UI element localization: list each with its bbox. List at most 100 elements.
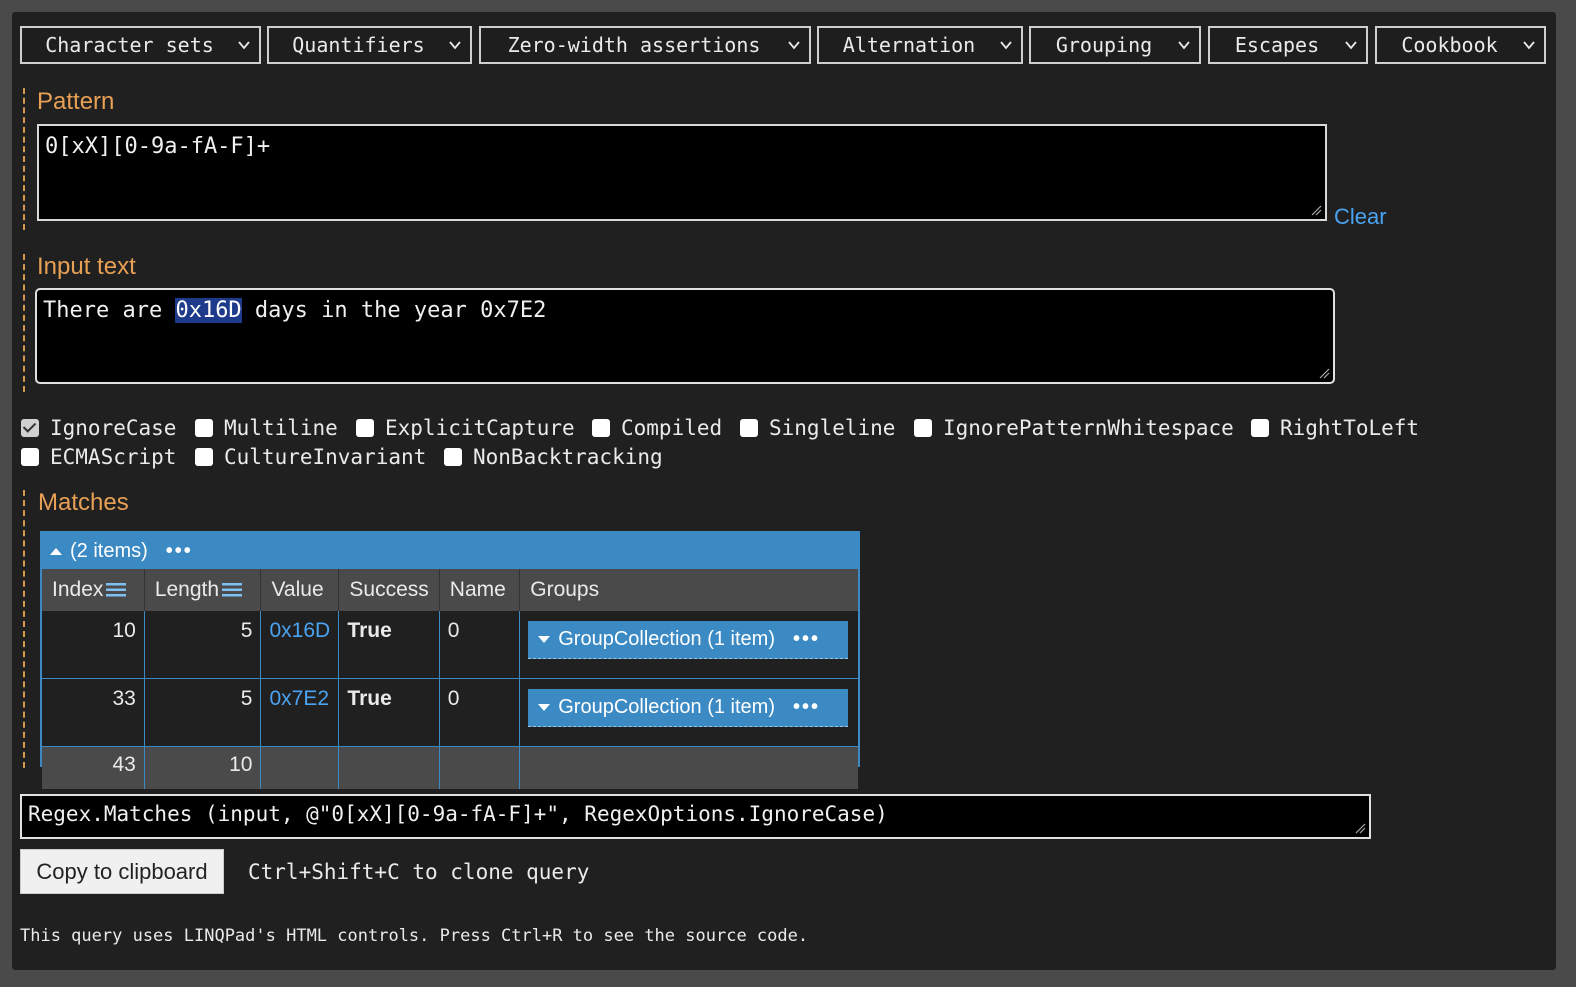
quantifiers-dropdown[interactable]: Quantifiers [267,26,472,64]
group-collection-label: GroupCollection (1 item) [558,696,775,718]
column-header-length[interactable]: Length [144,569,262,611]
option-explicitcapture[interactable]: ExplicitCapture [356,416,575,440]
option-label: RightToLeft [1280,416,1420,440]
generated-code: Regex.Matches (input, @"0[xX][0-9a-fA-F]… [28,802,888,826]
checkbox[interactable] [592,419,610,437]
cell-value: 0x16D [260,611,340,679]
checkbox-checked[interactable] [21,419,39,437]
option-compiled[interactable]: Compiled [592,416,722,440]
chevron-down-icon [1345,41,1357,50]
copy-to-clipboard-button[interactable]: Copy to clipboard [20,849,224,894]
option-cultureinvariant[interactable]: CultureInvariant [195,445,426,469]
zero-width-assertions-dropdown[interactable]: Zero-width assertions [479,26,811,64]
total-index: 43 [42,746,145,789]
more-options-icon[interactable]: ••• [166,540,193,563]
dropdown-label: Escapes [1234,33,1320,57]
table-header-row: Index Length Value Success Name Groups [42,569,858,611]
total-empty [519,746,858,789]
app-window: Character sets Quantifiers Zero-width as… [12,12,1556,970]
checkbox[interactable] [356,419,374,437]
pattern-heading: Pattern [37,88,115,115]
dropdown-label: Cookbook [1401,33,1498,57]
generated-code-field[interactable]: Regex.Matches (input, @"0[xX][0-9a-fA-F]… [20,794,1371,839]
option-ecmascript[interactable]: ECMAScript [21,445,176,469]
option-ignorepatternwhitespace[interactable]: IgnorePatternWhitespace [914,416,1234,440]
pattern-input[interactable]: 0[xX][0-9a-fA-F]+ [37,124,1327,221]
cell-length: 5 [144,678,262,747]
option-label: ExplicitCapture [385,416,575,440]
dropdown-label: Alternation [842,33,976,57]
column-header-value: Value [260,569,340,611]
option-label: ECMAScript [50,445,177,469]
table-row: 10 5 0x16D True 0 GroupCollection (1 ite… [42,611,858,679]
checkbox[interactable] [195,419,213,437]
dropdown-label: Zero-width assertions [507,33,761,57]
matches-section-border [23,490,25,768]
more-options-icon[interactable]: ••• [793,628,820,651]
option-nonbacktracking[interactable]: NonBacktracking [444,445,663,469]
expand-icon[interactable] [538,636,551,643]
option-label: Compiled [621,416,723,440]
grouping-dropdown[interactable]: Grouping [1029,26,1201,64]
clone-query-hint: Ctrl+Shift+C to clone query [248,860,590,884]
collapse-icon[interactable] [50,547,62,555]
option-righttoleft[interactable]: RightToLeft [1251,416,1419,440]
group-collection-toggle[interactable]: GroupCollection (1 item) ••• [528,621,849,659]
resize-grip-icon[interactable] [1319,368,1330,379]
checkbox[interactable] [195,448,213,466]
input-text-heading: Input text [37,253,136,280]
group-collection-toggle[interactable]: GroupCollection (1 item) ••• [528,689,849,727]
option-label: IgnoreCase [50,416,177,440]
checkbox[interactable] [740,419,758,437]
cell-index: 33 [42,678,145,747]
column-header-success: Success [338,569,440,611]
pattern-value: 0[xX][0-9a-fA-F]+ [45,134,271,159]
expand-icon[interactable] [538,704,551,711]
dropdown-label: Quantifiers [292,33,425,57]
cookbook-dropdown[interactable]: Cookbook [1375,26,1546,64]
group-collection-label: GroupCollection (1 item) [558,628,775,650]
total-length: 10 [144,746,262,789]
chevron-down-icon [1178,41,1190,50]
resize-grip-icon[interactable] [1355,823,1366,834]
alternation-dropdown[interactable]: Alternation [817,26,1023,64]
cell-name: 0 [439,678,521,747]
input-section-border [23,254,25,392]
column-menu-icon[interactable] [106,583,127,597]
matches-heading: Matches [38,489,129,516]
matches-count: (2 items) [70,539,148,562]
input-text-field[interactable]: There are 0x16D days in the year 0x7E2 [35,288,1335,384]
totals-row: 43 10 [42,746,858,789]
more-options-icon[interactable]: ••• [793,696,820,719]
matches-table: (2 items) ••• Index Length Value Success… [40,531,860,789]
character-sets-dropdown[interactable]: Character sets [20,26,261,64]
dropdown-label: Grouping [1055,33,1153,57]
chevron-down-icon [1523,41,1535,50]
footer-note: This query uses LINQPad's HTML controls.… [20,926,809,946]
option-label: NonBacktracking [473,445,663,469]
total-empty [338,746,440,789]
clear-link[interactable]: Clear [1334,204,1387,230]
option-label: Singleline [769,416,896,440]
option-multiline[interactable]: Multiline [195,416,338,440]
cell-success: True [338,611,440,679]
chevron-down-icon [238,41,250,50]
total-empty [439,746,521,789]
resize-grip-icon[interactable] [1311,205,1322,216]
match-highlight: 0x16D [175,298,242,323]
cell-success: True [338,678,440,747]
option-label: IgnorePatternWhitespace [943,416,1234,440]
column-menu-icon[interactable] [222,583,243,597]
matches-header[interactable]: (2 items) ••• [42,533,858,569]
option-singleline[interactable]: Singleline [740,416,895,440]
checkbox[interactable] [21,448,39,466]
dropdown-label: Character sets [45,33,214,57]
checkbox[interactable] [444,448,462,466]
column-header-groups: Groups [519,569,858,611]
checkbox[interactable] [914,419,932,437]
checkbox[interactable] [1251,419,1269,437]
chevron-down-icon [449,41,461,50]
column-header-index[interactable]: Index [42,569,145,611]
escapes-dropdown[interactable]: Escapes [1208,26,1368,64]
option-ignorecase[interactable]: IgnoreCase [21,416,176,440]
